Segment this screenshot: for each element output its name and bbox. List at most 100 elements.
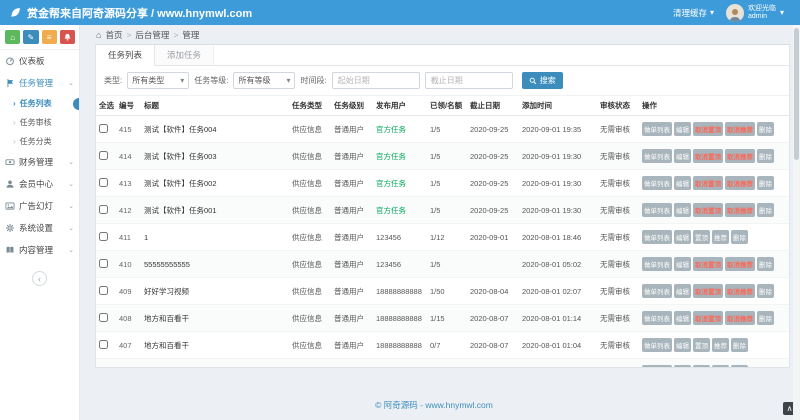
type-filter-select[interactable]: 所有类型 ▾ <box>127 72 190 89</box>
search-button[interactable]: 搜索 <box>521 72 563 89</box>
action-button[interactable]: 编辑 <box>674 311 691 325</box>
sidebar-item-system-settings[interactable]: 系统设置 ⌄ <box>0 217 79 239</box>
action-button[interactable]: 做单列表 <box>642 203 672 217</box>
action-button[interactable]: 编辑 <box>674 122 691 136</box>
sidebar-collapse-button[interactable]: ‹ <box>32 271 47 286</box>
action-button[interactable]: 做单列表 <box>642 338 672 352</box>
action-button[interactable]: 编辑 <box>674 176 691 190</box>
action-button[interactable]: 推荐 <box>712 365 729 367</box>
action-button[interactable]: 取消推荐 <box>725 257 755 271</box>
clear-cache-menu[interactable]: 清理缓存 ▾ <box>673 7 714 19</box>
sidebar-item-task-review[interactable]: › 任务审核 <box>0 113 79 132</box>
list-shortcut-button[interactable]: ≡ <box>41 30 57 44</box>
action-button[interactable]: 编辑 <box>674 149 691 163</box>
home-shortcut-button[interactable]: ⌂ <box>5 30 21 44</box>
action-button[interactable]: 取消置顶 <box>693 311 723 325</box>
col-added-time: 添加时间 <box>519 96 597 116</box>
row-checkbox[interactable] <box>99 150 108 160</box>
sidebar-item-task-category[interactable]: › 任务分类 <box>0 132 79 151</box>
row-checkbox[interactable] <box>99 204 108 214</box>
action-button[interactable]: 取消推荐 <box>725 122 755 136</box>
action-button[interactable]: 取消置顶 <box>693 203 723 217</box>
sidebar-item-content-management[interactable]: 内容管理 ⌄ <box>0 239 79 261</box>
row-checkbox[interactable] <box>99 123 108 133</box>
row-checkbox[interactable] <box>99 258 108 268</box>
sidebar-item-task-management[interactable]: 任务管理 ⌄ <box>0 72 79 94</box>
action-button[interactable]: 删除 <box>757 149 774 163</box>
tab-task-list[interactable]: 任务列表 <box>96 45 156 66</box>
row-checkbox[interactable] <box>99 177 108 187</box>
action-button[interactable]: 推荐 <box>712 338 729 352</box>
sidebar-item-label: 任务审核 <box>19 118 52 127</box>
edit-shortcut-button[interactable]: ✎ <box>23 30 39 44</box>
tab-add-task[interactable]: 添加任务 <box>155 45 215 65</box>
chevron-left-icon: ‹ <box>38 273 41 284</box>
breadcrumb: ⌂ 首页 > 后台管理 > 管理 <box>96 29 199 41</box>
action-button[interactable]: 取消置顶 <box>693 122 723 136</box>
action-button[interactable]: 做单列表 <box>642 176 672 190</box>
task-id: 407 <box>116 331 141 359</box>
row-checkbox[interactable] <box>99 339 108 349</box>
action-button[interactable]: 编辑 <box>674 203 691 217</box>
action-button[interactable]: 编辑 <box>674 284 691 298</box>
chevron-down-icon: ⌄ <box>68 181 74 188</box>
start-date-input[interactable] <box>331 72 420 89</box>
action-button[interactable]: 做单列表 <box>642 365 672 367</box>
action-button[interactable]: 删除 <box>757 203 774 217</box>
action-button[interactable]: 置顶 <box>693 338 710 352</box>
action-button[interactable]: 取消推荐 <box>725 176 755 190</box>
action-button[interactable]: 删除 <box>757 311 774 325</box>
action-button[interactable]: 编辑 <box>674 365 691 367</box>
sidebar-item-finance[interactable]: 财务管理 ⌄ <box>0 151 79 173</box>
caret-down-icon: ▾ <box>779 7 784 17</box>
task-id: 412 <box>116 196 141 224</box>
row-checkbox[interactable] <box>99 366 108 367</box>
action-button[interactable]: 删除 <box>757 176 774 190</box>
breadcrumb-admin[interactable]: 后台管理 <box>135 29 169 41</box>
action-button[interactable]: 做单列表 <box>642 230 672 244</box>
sidebar-item-dashboard[interactable]: 仪表板 <box>0 50 79 72</box>
user-menu[interactable]: 欢迎光临 admin ▾ <box>725 3 784 22</box>
action-button[interactable]: 取消置顶 <box>693 284 723 298</box>
level-filter-select[interactable]: 所有等级 ▾ <box>233 72 296 89</box>
sidebar-item-ad-slides[interactable]: 广告幻灯 ⌄ <box>0 195 79 217</box>
gauge-icon <box>5 56 15 66</box>
action-button[interactable]: 编辑 <box>674 338 691 352</box>
action-button[interactable]: 编辑 <box>674 257 691 271</box>
action-button[interactable]: 取消推荐 <box>725 311 755 325</box>
action-button[interactable]: 推荐 <box>712 230 729 244</box>
scrollbar-thumb[interactable] <box>794 28 799 160</box>
row-checkbox[interactable] <box>99 285 108 295</box>
action-button[interactable]: 置顶 <box>693 230 710 244</box>
action-button[interactable]: 取消置顶 <box>693 257 723 271</box>
action-button[interactable]: 删除 <box>757 122 774 136</box>
action-button[interactable]: 取消推荐 <box>725 149 755 163</box>
col-select-all[interactable]: 全选 <box>96 96 116 116</box>
action-button[interactable]: 置顶 <box>693 365 710 367</box>
action-button[interactable]: 做单列表 <box>642 122 672 136</box>
footer-copyright[interactable]: © 阿奇源码 - www.hnymwl.com <box>80 399 788 411</box>
action-button[interactable]: 删除 <box>731 338 748 352</box>
row-checkbox[interactable] <box>99 231 108 241</box>
app-logo[interactable]: 赏金帮来自阿奇源码分享 / www.hnymwl.com <box>0 5 252 21</box>
action-button[interactable]: 删除 <box>757 284 774 298</box>
sidebar-item-task-list[interactable]: › 任务列表 <box>0 94 79 113</box>
action-button[interactable]: 删除 <box>757 257 774 271</box>
action-button[interactable]: 取消置顶 <box>693 176 723 190</box>
action-button[interactable]: 编辑 <box>674 230 691 244</box>
action-button[interactable]: 做单列表 <box>642 149 672 163</box>
sidebar-item-members[interactable]: 会员中心 ⌄ <box>0 173 79 195</box>
action-button[interactable]: 做单列表 <box>642 257 672 271</box>
row-checkbox[interactable] <box>99 312 108 322</box>
action-button[interactable]: 删除 <box>731 365 748 367</box>
action-button[interactable]: 取消置顶 <box>693 149 723 163</box>
scrollbar-track[interactable] <box>793 25 800 420</box>
action-button[interactable]: 做单列表 <box>642 284 672 298</box>
notice-shortcut-button[interactable] <box>59 30 75 44</box>
action-button[interactable]: 删除 <box>731 230 748 244</box>
action-button[interactable]: 取消推荐 <box>725 284 755 298</box>
action-button[interactable]: 取消推荐 <box>725 203 755 217</box>
end-date-input[interactable] <box>424 72 513 89</box>
action-button[interactable]: 做单列表 <box>642 311 672 325</box>
breadcrumb-home[interactable]: 首页 <box>105 29 122 41</box>
